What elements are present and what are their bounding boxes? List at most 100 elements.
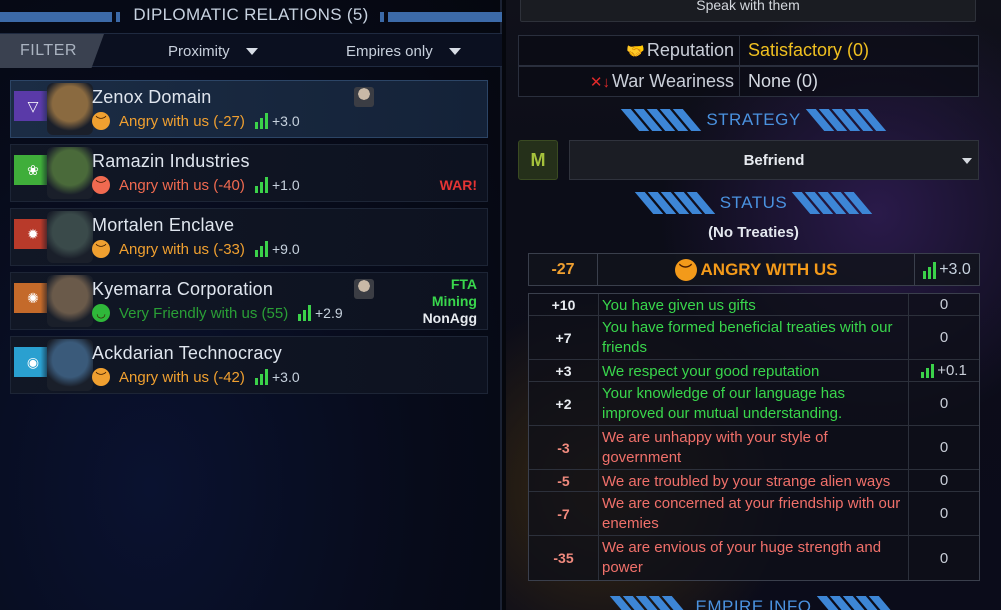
leader-avatar[interactable]: [354, 279, 374, 299]
treaty-badge: Mining: [431, 293, 477, 309]
trend-up-icon: [255, 111, 268, 129]
modifier-trend: +0.1: [937, 362, 967, 379]
modifier-text: Your knowledge of our language has impro…: [599, 382, 909, 425]
empire-mood: Very Friendly with us (55): [119, 305, 289, 322]
modifier-value: +2: [529, 382, 599, 425]
opinion-modifier-row: +2 Your knowledge of our language has imp…: [529, 382, 979, 426]
modifier-trend-cell: 0: [909, 426, 979, 469]
modifier-trend: 0: [939, 329, 949, 346]
empire-trend-value: +9.0: [272, 241, 300, 257]
modifier-value: +10: [529, 294, 599, 315]
mood-face-icon: ︶: [92, 240, 110, 258]
trend-up-icon: [255, 239, 268, 257]
trend-up-icon: [255, 175, 268, 193]
empire-portrait: [47, 211, 93, 263]
empire-trend: +3.0: [255, 367, 300, 385]
war-weariness-value: None (0): [740, 66, 979, 97]
status-title: STATUS: [719, 193, 788, 212]
modifier-trend-cell: 0: [909, 492, 979, 535]
empire-portrait: [47, 339, 93, 391]
modifier-value: +7: [529, 316, 599, 359]
empire-trend-value: +1.0: [272, 177, 300, 193]
empire-row[interactable]: ✹ Mortalen Enclave ︶ Angry with us (-33) +9.…: [10, 208, 488, 266]
header-stripe-left: [0, 12, 120, 22]
leader-avatar[interactable]: [354, 87, 374, 107]
modifier-trend-cell: 0: [909, 470, 979, 491]
reputation-label-cell: 🤝 Reputation: [518, 35, 740, 66]
mood-face-icon: ︶: [92, 368, 110, 386]
empire-row[interactable]: ◉ Ackdarian Technocracy ︶ Angry with us (-4…: [10, 336, 488, 394]
modifier-value: -35: [529, 536, 599, 580]
empire-trend: +3.0: [255, 111, 300, 129]
modifier-trend: 0: [939, 439, 949, 456]
opinion-status: ANGRY WITH US: [700, 259, 838, 279]
opinion-trend-cell: +3.0: [915, 254, 979, 285]
modifier-trend: 0: [939, 296, 949, 313]
relations-summary-table: 🤝 Reputation Satisfactory (0) ✕↓ War Wea…: [518, 35, 979, 97]
flag-emblem: ◉: [26, 353, 40, 370]
empire-name: Ackdarian Technocracy: [92, 343, 282, 363]
empire-row[interactable]: ✺ Kyemarra Corporation ◡ Very Friendly with…: [10, 272, 488, 330]
trend-up-icon: [923, 261, 937, 279]
war-status-badge: WAR!: [439, 177, 477, 193]
chevron-down-icon: [962, 158, 972, 164]
treaty-badge: FTA: [450, 276, 477, 292]
chevron-decoration-left: [621, 109, 702, 131]
flag-emblem: ❀: [27, 161, 39, 178]
empire-portrait: [47, 83, 93, 135]
chevron-down-icon: [245, 47, 258, 55]
modifier-text: You have formed beneficial treaties with…: [599, 316, 909, 359]
opinion-modifiers-table: +10 You have given us gifts 0 +7 You have fo…: [528, 293, 980, 581]
empire-name: Kyemarra Corporation: [92, 279, 274, 299]
chevron-down-icon: [448, 47, 461, 55]
modifier-trend-cell: 0: [909, 294, 979, 315]
chevron-decoration-left: [634, 192, 715, 214]
empire-trend-value: +3.0: [272, 113, 300, 129]
modifier-text: We are concerned at your friendship with…: [599, 492, 909, 535]
flag-emblem: ✹: [27, 225, 39, 242]
opinion-status-cell: ︶ ANGRY WITH US: [598, 254, 915, 285]
empire-detail-panel: Speak with them 🤝 Reputation Satisfactor…: [506, 0, 1001, 610]
modifier-text: We are unhappy with your style of govern…: [599, 426, 909, 469]
speak-with-them-button[interactable]: Speak with them: [520, 0, 976, 22]
strategy-section-header: STRATEGY: [506, 107, 1001, 133]
modifier-value: -3: [529, 426, 599, 469]
treaty-badge: NonAgg: [422, 310, 477, 326]
panel-title: DIPLOMATIC RELATIONS (5): [133, 5, 369, 24]
modifier-trend-cell: 0: [909, 382, 979, 425]
proximity-dropdown-label: Proximity: [168, 42, 230, 60]
crossed-swords-icon: ✕↓: [589, 73, 610, 91]
modifier-text: We respect your good reputation: [599, 360, 909, 381]
empire-portrait: [47, 147, 93, 199]
empire-mood: Angry with us (-42): [119, 369, 245, 386]
strategy-title: STRATEGY: [706, 110, 801, 129]
reputation-label: Reputation: [646, 40, 734, 60]
modifier-value: -5: [529, 470, 599, 491]
proximity-dropdown[interactable]: Proximity: [168, 34, 258, 68]
flag-emblem: ✺: [27, 289, 39, 306]
mood-face-icon: ︶: [92, 112, 110, 130]
handshake-icon: 🤝: [626, 42, 645, 60]
opinion-trend: +3.0: [939, 260, 971, 278]
opinion-summary: -27 ︶ ANGRY WITH US +3.0: [528, 253, 980, 286]
modifier-trend: 0: [939, 395, 949, 412]
empire-mood: Angry with us (-40): [119, 177, 245, 194]
opinion-modifier-row: -7 We are concerned at your friendship wi…: [529, 492, 979, 536]
treaty-badges: FTA Mining NonAgg: [423, 276, 477, 327]
opinion-modifier-row: +3 We respect your good reputation +0.1: [529, 360, 979, 382]
strategy-dropdown[interactable]: Befriend: [569, 140, 979, 180]
chevron-decoration-right: [792, 192, 873, 214]
modifier-trend: 0: [939, 549, 949, 567]
modifier-trend-cell: 0: [909, 536, 979, 580]
empire-row[interactable]: ▽ Zenox Domain ︶ Angry with us (-27) +3.0: [10, 80, 488, 138]
modifier-text: You have given us gifts: [599, 294, 909, 315]
filter-bar: FILTER Proximity Empires only: [0, 33, 502, 68]
empires-only-dropdown[interactable]: Empires only: [346, 34, 461, 68]
empire-mood: Angry with us (-33): [119, 241, 245, 258]
empire-trend: +9.0: [255, 239, 300, 257]
header-stripe-right: [380, 12, 502, 22]
flag-emblem: ▽: [27, 97, 39, 114]
reputation-value: Satisfactory (0): [740, 35, 979, 66]
trend-up-icon: [255, 367, 268, 385]
empire-row[interactable]: ❀ Ramazin Industries ︶ Angry with us (-40) +…: [10, 144, 488, 202]
